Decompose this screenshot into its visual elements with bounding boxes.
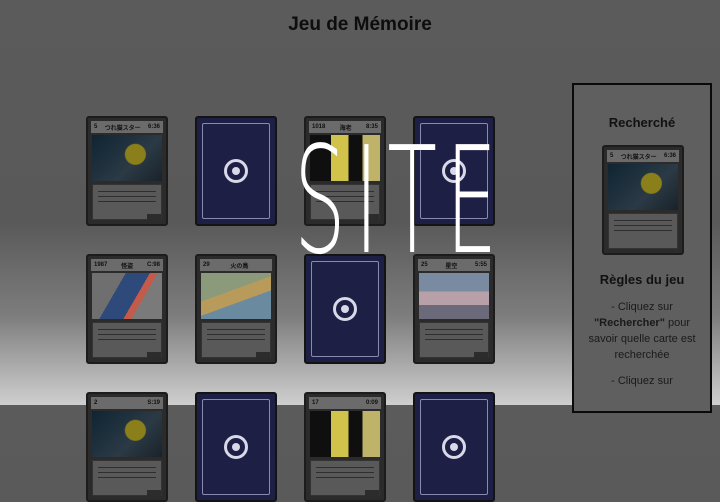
card-header: 29 火の鳥 <box>200 259 272 271</box>
card-code: 8:35 <box>365 124 378 130</box>
card-back-emblem-icon <box>442 435 466 459</box>
card-header: 17 0:09 <box>309 397 381 409</box>
info-sidebar: Recherché 5 つれ猫スター 6:36 Règles du jeu - … <box>572 83 712 413</box>
rule-text: - Cliquez sur <box>611 375 673 387</box>
card-badge <box>474 352 488 358</box>
card-face-down[interactable] <box>195 116 277 226</box>
card-artwork <box>201 273 271 319</box>
page-title: Jeu de Mémoire <box>288 14 432 35</box>
card-number: 17 <box>312 400 319 406</box>
card-face-up[interactable]: 1987 怪盗 C:98 <box>86 254 168 364</box>
card-name: 怪盗 <box>121 263 134 270</box>
card-face-down[interactable] <box>413 116 495 226</box>
card-artwork <box>92 273 162 319</box>
rule-item: - Cliquez sur <box>582 373 702 389</box>
rule-text: - Cliquez sur <box>611 301 673 313</box>
card-number: 1987 <box>94 262 108 268</box>
card-face-up[interactable]: 29 火の鳥 <box>195 254 277 364</box>
card-face-up[interactable]: 2 S:19 <box>86 392 168 502</box>
card-face-down[interactable] <box>195 392 277 502</box>
card-artwork <box>419 273 489 319</box>
card-number: 25 <box>421 262 428 268</box>
card-code: 6:36 <box>663 153 676 159</box>
card-name: 海老 <box>339 125 352 132</box>
card-number: 1018 <box>312 124 326 130</box>
card-face-up[interactable]: 1018 海老 8:35 <box>304 116 386 226</box>
searched-title: Recherché <box>608 115 676 130</box>
card-code: 0:09 <box>365 400 378 406</box>
card-header: 2 S:19 <box>91 397 163 409</box>
card-header: 25 星空 5:55 <box>418 259 490 271</box>
card-header: 5 つれ猫スター 6:36 <box>91 121 163 133</box>
card-code: C:98 <box>146 262 160 268</box>
card-number: 5 <box>94 124 98 130</box>
card-back-emblem-icon <box>224 159 248 183</box>
card-board: 5 つれ猫スター 6:36 1018 海老 8:35 1987 怪盗 C:98 29 火の鳥 25 星空… <box>86 116 498 502</box>
card-badge <box>147 352 161 358</box>
rules-title: Règles du jeu <box>599 272 685 287</box>
card-back-emblem-icon <box>442 159 466 183</box>
card-artwork <box>608 164 678 210</box>
card-code: S:19 <box>147 400 160 406</box>
card-badge <box>365 490 379 496</box>
card-header: 1987 怪盗 C:98 <box>91 259 163 271</box>
rule-item: - Cliquez sur "Rechercher" pour savoir q… <box>582 299 702 363</box>
card-header: 5 つれ猫スター 6:36 <box>607 150 679 162</box>
card-number: 5 <box>610 153 614 159</box>
card-badge <box>147 214 161 220</box>
card-number: 29 <box>203 262 210 268</box>
card-badge <box>365 214 379 220</box>
card-number: 2 <box>94 400 98 406</box>
card-header: 1018 海老 8:35 <box>309 121 381 133</box>
card-face-up[interactable]: 5 つれ猫スター 6:36 <box>86 116 168 226</box>
card-text-box <box>608 213 678 249</box>
searched-card: 5 つれ猫スター 6:36 <box>602 145 684 255</box>
card-face-down[interactable] <box>304 254 386 364</box>
card-badge <box>147 490 161 496</box>
card-name: 火の鳥 <box>230 263 249 270</box>
card-code: 5:55 <box>474 262 487 268</box>
card-code: 6:36 <box>147 124 160 130</box>
card-badge <box>256 352 270 358</box>
card-face-up[interactable]: 17 0:09 <box>304 392 386 502</box>
card-name: 星空 <box>445 263 458 270</box>
card-back-emblem-icon <box>224 435 248 459</box>
card-artwork <box>310 135 380 181</box>
card-artwork <box>310 411 380 457</box>
card-artwork <box>92 135 162 181</box>
card-back-emblem-icon <box>333 297 357 321</box>
card-name: つれ猫スター <box>104 125 141 132</box>
card-name: つれ猫スター <box>620 154 657 161</box>
rule-button-ref: "Rechercher" <box>593 317 665 329</box>
card-artwork <box>92 411 162 457</box>
card-face-up[interactable]: 25 星空 5:55 <box>413 254 495 364</box>
card-face-down[interactable] <box>413 392 495 502</box>
rules-list: - Cliquez sur "Rechercher" pour savoir q… <box>574 299 710 399</box>
